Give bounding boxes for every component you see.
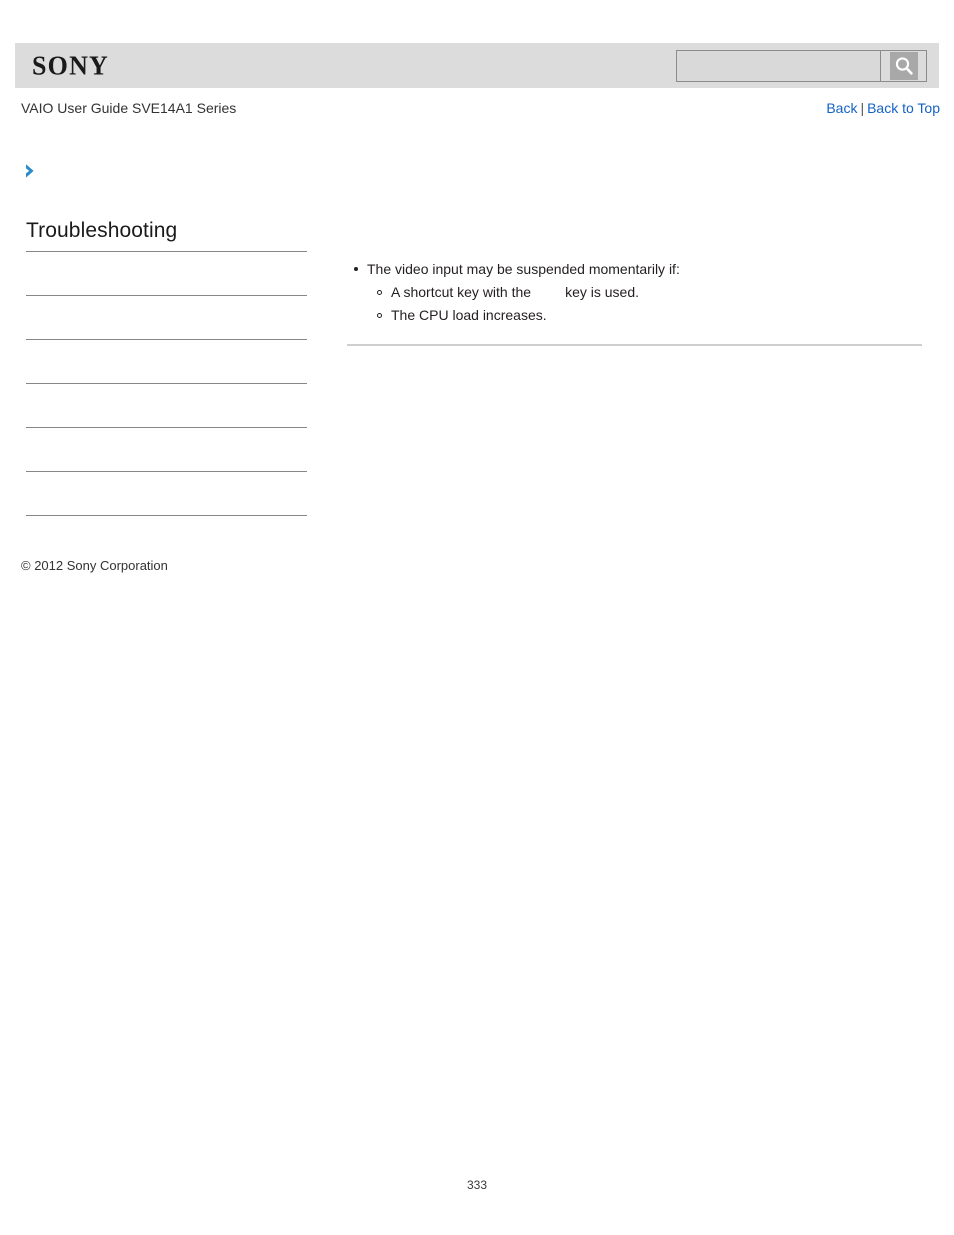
content-bullet-list: The video input may be suspended momenta… bbox=[347, 258, 922, 326]
sidebar-item-5[interactable] bbox=[26, 428, 307, 472]
chevron-right-icon[interactable] bbox=[24, 163, 38, 179]
sidebar-item-3[interactable] bbox=[26, 340, 307, 384]
main-content: The video input may be suspended momenta… bbox=[347, 258, 922, 326]
sidebar-heading: Troubleshooting bbox=[26, 219, 178, 242]
sidebar-item-6[interactable] bbox=[26, 472, 307, 516]
search-icon bbox=[889, 52, 918, 80]
content-sub-text-after: key is used. bbox=[565, 284, 640, 300]
content-sub-text: The CPU load increases. bbox=[391, 307, 547, 323]
search-button[interactable] bbox=[880, 51, 926, 81]
link-separator: | bbox=[860, 100, 865, 116]
content-sub-item-2: The CPU load increases. bbox=[377, 303, 922, 326]
search-input[interactable] bbox=[677, 51, 880, 81]
navigation-links: Back | Back to Top bbox=[826, 100, 940, 116]
sidebar-list bbox=[26, 251, 307, 516]
content-sub-item-1: A shortcut key with the key is used. bbox=[377, 280, 922, 303]
back-link[interactable]: Back bbox=[826, 100, 857, 116]
back-to-top-link[interactable]: Back to Top bbox=[867, 100, 940, 116]
content-sub-text-before: A shortcut key with the bbox=[391, 284, 532, 300]
search-box[interactable] bbox=[676, 50, 927, 82]
title-row: VAIO User Guide SVE14A1 Series Back | Back… bbox=[0, 100, 954, 122]
sidebar-item-1[interactable] bbox=[26, 252, 307, 296]
content-bullet-text: The video input may be suspended momenta… bbox=[367, 261, 680, 277]
breadcrumb bbox=[24, 163, 324, 185]
content-divider bbox=[347, 344, 922, 346]
content-bullet-item: The video input may be suspended momenta… bbox=[354, 258, 922, 326]
sidebar-item-2[interactable] bbox=[26, 296, 307, 340]
header-bar: SONY bbox=[15, 43, 939, 88]
sidebar: Troubleshooting bbox=[26, 218, 307, 516]
fn-key-image-placeholder bbox=[531, 285, 565, 297]
content-sub-list: A shortcut key with the key is used. The … bbox=[367, 280, 922, 326]
page-title: VAIO User Guide SVE14A1 Series bbox=[21, 100, 237, 116]
sidebar-item-4[interactable] bbox=[26, 384, 307, 428]
sony-logo: SONY bbox=[32, 50, 110, 81]
page-number: 333 bbox=[466, 1178, 488, 1192]
copyright-text: © 2012 Sony Corporation bbox=[21, 558, 168, 573]
